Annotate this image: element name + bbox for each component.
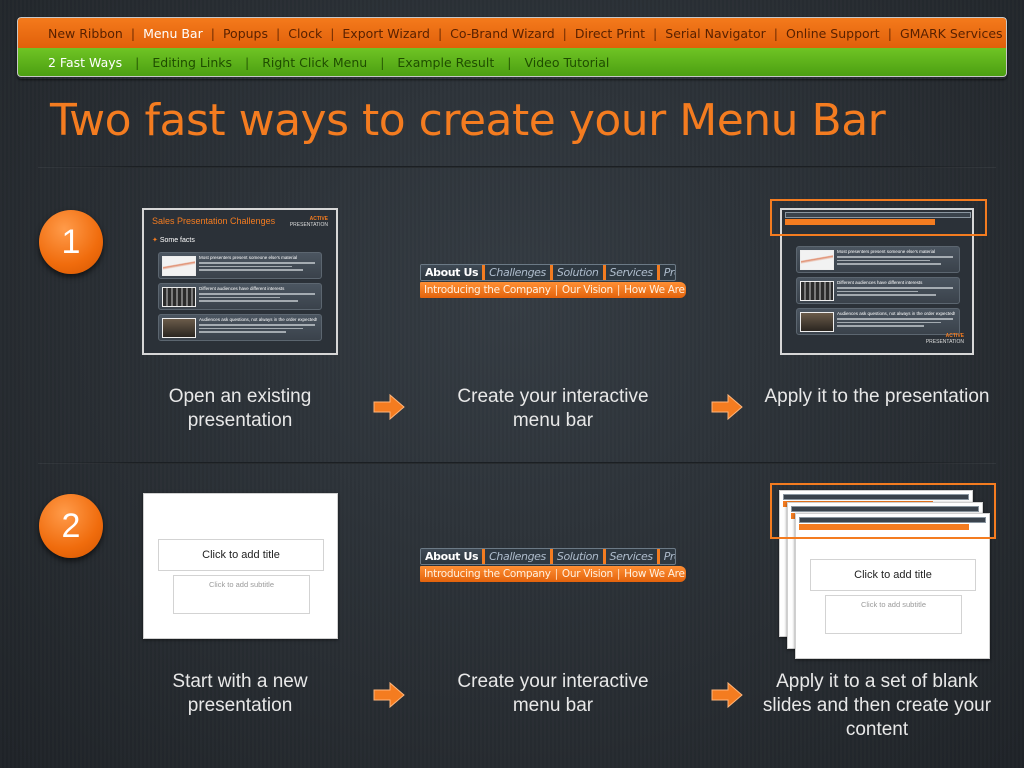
nav-item-export-wizard[interactable]: Export Wizard [342,26,430,41]
subtitle-placeholder: Click to add subtitle [173,575,310,614]
subnav-item-example-result[interactable]: Example Result [397,55,494,70]
preview-submenu-item: Our Vision [561,284,613,296]
nav-separator: | [437,25,443,41]
menu-bar-preview: About UsChallengesSolutionServicesProdIn… [420,548,686,586]
top-navigation: New Ribbon | Menu Bar | Popups | Clock | Export … [17,17,1007,79]
nav-item-co-brand-wizard[interactable]: Co-Brand Wizard [450,26,555,41]
sample-slide-logo: ACTIVE PRESENTATION [925,333,964,345]
preview-submenu-item: Our Vision [561,568,613,580]
slide-image [800,312,834,332]
step-divider [38,462,996,464]
step-1-caption-apply: Apply it to the presentation [764,386,990,407]
title-divider [38,166,996,168]
existing-presentation-thumbnail: Sales Presentation Challenges ACTIVE PRES… [142,208,338,355]
subtitle-placeholder: Click to add subtitle [825,595,962,634]
page-title: Two fast ways to create your Menu Bar [50,95,886,146]
slide-image [800,250,834,270]
menu-bar-preview: About UsChallengesSolutionServicesProdIn… [420,264,686,302]
step-1-caption-open: Open an existing presentation [168,386,312,431]
blank-slide-thumbnail: Click to add title Click to add subtitle [143,493,338,639]
preview-menu-tab: Prod [660,265,675,280]
preview-submenu-item: Introducing the Company [424,568,551,580]
nav-item-new-ribbon[interactable]: New Ribbon [48,26,123,41]
step-2-caption-start: Start with a new presentation [172,671,308,716]
sample-slide-item: Most presenters present someone else's m… [796,246,960,273]
step-2-caption-create: Create your interactive menu bar [457,671,649,716]
nav-separator: | [130,25,136,41]
nav-item-menu-bar[interactable]: Menu Bar [143,26,203,41]
sample-slide-item: Most presenters present someone else's m… [158,252,322,279]
preview-menu-tab: Solution [553,549,606,564]
preview-submenu-item: How We Are Dif [624,284,686,296]
arrow-right-icon [373,393,405,421]
arrow-right-icon [711,393,743,421]
nav-item-serial-navigator[interactable]: Serial Navigator [665,26,766,41]
preview-menu-tab: Challenges [485,265,553,280]
step-1-badge: 1 [39,210,103,274]
sample-slide-subtitle: ✦ Some facts [152,237,195,244]
preview-menu-tab: Challenges [485,549,553,564]
subnav-item-editing-links[interactable]: Editing Links [152,55,232,70]
nav-separator: | [210,25,215,41]
preview-submenu-item: Introducing the Company [424,284,551,296]
title-placeholder: Click to add title [810,559,976,591]
sample-slide-item: Audiences ask questions, not always in t… [158,314,322,341]
preview-submenu-item: How We Are Dif [624,568,686,580]
preview-menu-tab: Solution [553,265,606,280]
arrow-right-icon [711,681,743,709]
preview-menu-tab: Services [606,265,660,280]
sample-slide-title: Sales Presentation Challenges [152,216,276,226]
secondary-nav-bar: 2 Fast Ways | Editing Links | Right Click Me… [17,48,1007,77]
nav-item-online-support[interactable]: Online Support [786,26,880,41]
nav-item-popups[interactable]: Popups [223,26,268,41]
preview-menu-tab: Services [606,549,660,564]
sample-slide-item: Different audiences have different inter… [796,277,960,304]
preview-menu-tab: About Us [421,549,486,564]
menu-highlight-box [770,199,987,236]
title-placeholder: Click to add title [158,539,324,571]
nav-separator: | [507,54,512,70]
preview-menu-tab: Prod [660,549,675,564]
slide-image [162,256,196,276]
nav-separator: | [135,54,140,70]
nav-separator: | [245,54,250,70]
nav-item-gmark-services[interactable]: GMARK Services [900,26,1003,41]
nav-separator: | [887,25,892,41]
subnav-item-video-tutorial[interactable]: Video Tutorial [524,55,609,70]
subnav-item-2-fast-ways[interactable]: 2 Fast Ways [48,55,122,70]
nav-separator: | [562,25,567,41]
nav-item-clock[interactable]: Clock [288,26,322,41]
sample-slide-logo: ACTIVE PRESENTATION [289,216,328,228]
step-1-caption-create: Create your interactive menu bar [457,386,649,431]
subnav-item-right-click-menu[interactable]: Right Click Menu [262,55,367,70]
nav-item-direct-print[interactable]: Direct Print [575,26,645,41]
slide-image [800,281,834,301]
nav-separator: | [653,25,658,41]
slide-image [162,318,196,338]
preview-submenu: Introducing the Company | Our Vision | How W… [420,282,686,298]
slide-image [162,287,196,307]
nav-separator: | [330,25,335,41]
nav-separator: | [773,25,778,41]
preview-menu-tab: About Us [421,265,486,280]
sample-slide-item: Audiences ask questions, not always in t… [796,308,960,335]
menu-highlight-box [770,483,996,539]
preview-menu-tabs: About UsChallengesSolutionServicesProd [420,548,676,565]
nav-separator: | [380,54,385,70]
primary-nav-bar: New Ribbon | Menu Bar | Popups | Clock | Export … [17,17,1007,48]
preview-submenu: Introducing the Company | Our Vision | How W… [420,566,686,582]
nav-separator: | [276,25,281,41]
step-2-caption-apply: Apply it to a set of blank slides and th… [762,671,992,740]
step-2-badge: 2 [39,494,103,558]
preview-menu-tabs: About UsChallengesSolutionServicesProd [420,264,676,281]
sample-slide-item: Different audiences have different inter… [158,283,322,310]
arrow-right-icon [373,681,405,709]
